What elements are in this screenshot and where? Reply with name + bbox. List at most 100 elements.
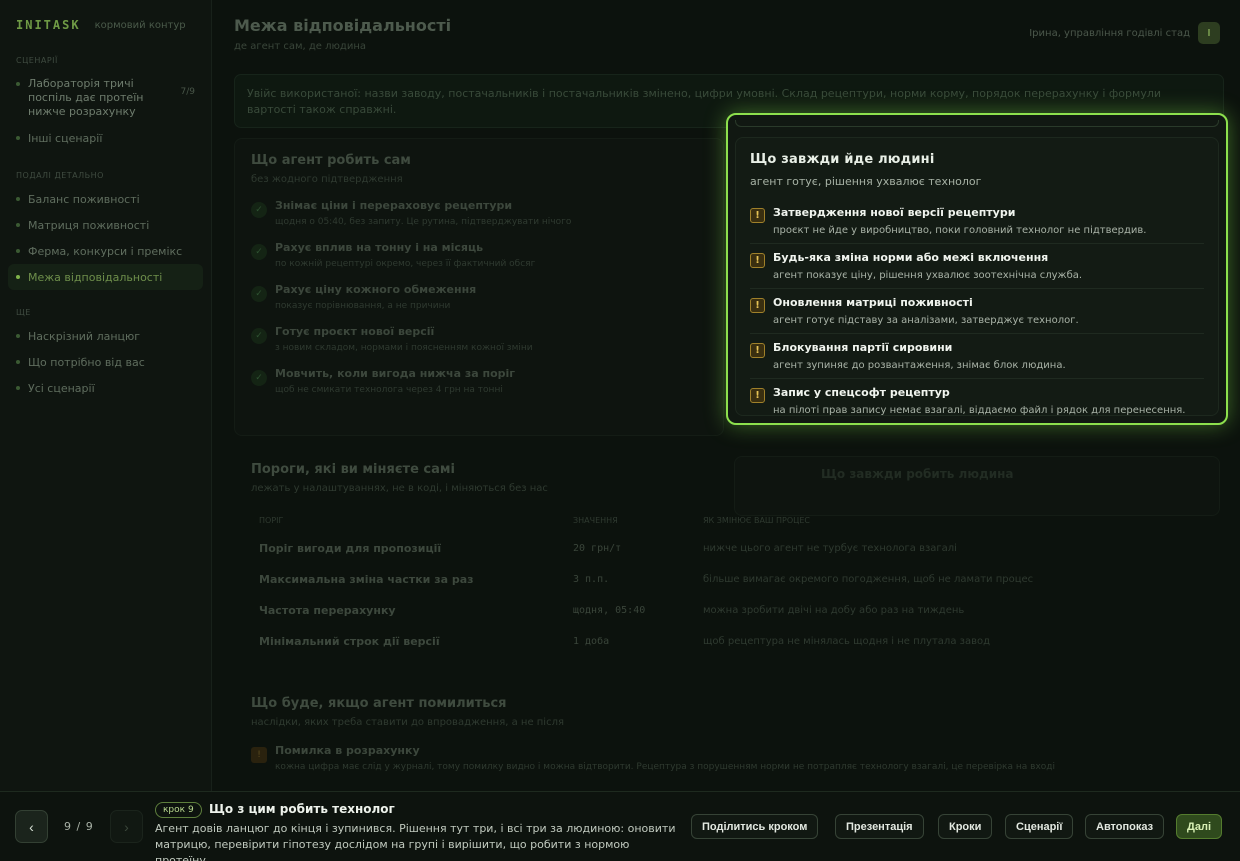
sidebar-item-label: Межа відповідальності [28, 270, 163, 284]
avatar[interactable]: І [1198, 22, 1220, 44]
user-menu[interactable]: Ірина, управління годівлі стад І [1029, 22, 1220, 44]
agent-step: ✓ Знімає ціни і перераховує рецептури щодн… [251, 199, 707, 227]
list-item: ! Блокування партії сировини агент зупиняє… [750, 334, 1204, 379]
table-row: Максимальна зміна частки за раз 3 п.п. біл… [259, 564, 1207, 595]
agent-step-desc: щодня о 05:40, без запиту. Це рутина, пі… [275, 217, 572, 227]
detail-heading: ПОДАЛІ ДЕТАЛЬНО [16, 171, 104, 180]
error-item: ! Помилка в розрахунку кожна цифра має сл… [251, 744, 1207, 772]
errors-subtitle: наслідки, яких треба ставити до впровадж… [251, 717, 564, 728]
step-title: Що з цим робить технолог [209, 802, 395, 816]
bullet-icon [16, 386, 20, 390]
table-row: Мінімальний строк дії версії 1 доба щоб ре… [259, 626, 1207, 657]
threshold-value[interactable]: щодня, 05:40 [573, 605, 703, 616]
warning-icon: ! [251, 747, 267, 763]
warning-icon: ! [750, 388, 765, 403]
bullet-icon [16, 275, 20, 279]
agent-step: ✓ Готує проєкт нової версії з новим складо… [251, 325, 707, 353]
bullet-icon [16, 82, 20, 86]
sidebar: INITASK кормовий контур СЦЕНАРІЇ Лаборат… [0, 0, 212, 791]
sidebar-item-other-scenarios[interactable]: Інші сценарії [8, 125, 203, 151]
agent-step-title: Мовчить, коли вигода нижча за поріг [275, 367, 516, 380]
scenarios-button[interactable]: Сценарії [1005, 814, 1074, 839]
column-header: ЗНАЧЕННЯ [573, 516, 618, 525]
table-row: Частота перерахунку щодня, 05:40 можна зро… [259, 595, 1207, 626]
brand: INITASK кормовий контур [8, 16, 203, 34]
tour-bar: ‹ 9 / 9 › крок 9 Що з цим робить техноло… [0, 791, 1240, 861]
sidebar-item-label: Ферма, конкурси і премікс [28, 244, 183, 258]
bullet-icon [16, 360, 20, 364]
sidebar-item-balance[interactable]: Баланс поживності [8, 186, 203, 212]
decision-title: Затвердження нової версії рецептури [773, 206, 1016, 219]
sidebar-item-label: Усі сценарії [28, 381, 95, 395]
decision-desc: на пілоті прав запису немає взагалі, від… [773, 405, 1186, 416]
human-decisions-title: Що завжди йде людині [750, 152, 935, 167]
sidebar-item-responsibility[interactable]: Межа відповідальності [8, 264, 203, 290]
sidebar-item-label: Інші сценарії [28, 131, 103, 145]
check-icon: ✓ [251, 328, 267, 344]
next-button[interactable]: Далі [1176, 814, 1222, 839]
bullet-icon [16, 136, 20, 140]
threshold-effect: більше вимагає окремого погодження, щоб … [703, 574, 1034, 585]
list-item: ! Оновлення матриці поживності агент готує… [750, 289, 1204, 334]
threshold-value[interactable]: 1 доба [573, 636, 703, 647]
warning-icon: ! [750, 343, 765, 358]
thresholds-card: Пороги, які ви міняєте самі лежать у нал… [234, 448, 1224, 668]
sidebar-scenario-current[interactable]: Лабораторія тричі поспіль дає протеїн ни… [8, 65, 203, 119]
share-step-button[interactable]: Поділитись кроком [691, 814, 819, 839]
sidebar-item-label: Матриця поживності [28, 218, 150, 232]
autoplay-button[interactable]: Автопоказ [1085, 814, 1165, 839]
decision-title: Блокування партії сировини [773, 341, 953, 354]
agent-step: ✓ Рахує ціну кожного обмеження показує пор… [251, 283, 707, 311]
decision-desc: агент зупиняє до розвантаження, знімає б… [773, 360, 1066, 371]
threshold-name: Максимальна зміна частки за раз [259, 573, 474, 586]
bullet-icon [16, 223, 20, 227]
agent-step-desc: щоб не смикати технолога через 4 грн на … [275, 385, 503, 395]
agent-card: Що агент робить сам без жодного підтверд… [234, 138, 724, 436]
more-heading: ЩЕ [16, 308, 31, 317]
threshold-value[interactable]: 3 п.п. [573, 574, 703, 585]
human-decisions-card: Що завжди йде людині агент готує, рішенн… [735, 137, 1219, 416]
decision-title: Запис у спецсофт рецептур [773, 386, 950, 399]
decision-desc: проєкт не йде у виробництво, поки головн… [773, 225, 1147, 236]
error-item-desc: кожна цифра має слід у журналі, тому пом… [275, 762, 1055, 772]
thresholds-subtitle: лежать у налаштуваннях, не в коді, і мін… [251, 483, 548, 494]
brand-subtitle: кормовий контур [94, 19, 186, 31]
warning-icon: ! [750, 253, 765, 268]
brand-logo[interactable]: INITASK [16, 18, 81, 32]
sidebar-item-label: Що потрібно від вас [28, 355, 145, 369]
sidebar-item-label: Баланс поживності [28, 192, 140, 206]
threshold-effect: нижче цього агент не турбує технолога вз… [703, 543, 957, 554]
sidebar-item-chain[interactable]: Наскрізний ланцюг [8, 323, 203, 349]
bullet-icon [16, 197, 20, 201]
agent-step-title: Готує проєкт нової версії [275, 325, 435, 338]
column-header: ПОРІГ [259, 516, 284, 525]
step-badge: крок 9 [155, 802, 202, 818]
prev-step-button[interactable]: ‹ [15, 810, 48, 843]
sidebar-item-requirements[interactable]: Що потрібно від вас [8, 349, 203, 375]
threshold-name: Частота перерахунку [259, 604, 396, 617]
page-header: Межа відповідальності де агент сам, де л… [212, 0, 1240, 70]
agent-card-subtitle: без жодного підтвердження [251, 174, 403, 185]
agent-step: ✓ Мовчить, коли вигода нижча за поріг щоб … [251, 367, 707, 395]
scenario-label: Лабораторія тричі поспіль дає протеїн ни… [28, 77, 144, 118]
errors-title: Що буде, якщо агент помилиться [251, 696, 507, 711]
sidebar-item-matrix[interactable]: Матриця поживності [8, 212, 203, 238]
check-icon: ✓ [251, 286, 267, 302]
steps-button[interactable]: Кроки [938, 814, 993, 839]
threshold-name: Мінімальний строк дії версії [259, 635, 440, 648]
agent-step-desc: з новим складом, нормами і поясненням ко… [275, 343, 533, 353]
sidebar-item-farm[interactable]: Ферма, конкурси і премікс [8, 238, 203, 264]
user-name: Ірина, управління годівлі стад [1029, 27, 1190, 39]
sidebar-item-all-scenarios[interactable]: Усі сценарії [8, 375, 203, 401]
next-step-arrow-button[interactable]: › [110, 810, 143, 843]
sidebar-item-label: Наскрізний ланцюг [28, 329, 141, 343]
threshold-effect: можна зробити двічі на добу або раз на т… [703, 605, 965, 616]
threshold-value[interactable]: 20 грн/т [573, 543, 703, 554]
thresholds-table-header: ПОРІГ ЗНАЧЕННЯ ЯК ЗМІНЮЄ ВАШ ПРОЦЕС [259, 516, 1207, 525]
check-icon: ✓ [251, 370, 267, 386]
bullet-icon [16, 334, 20, 338]
presentation-button[interactable]: Презентація [835, 814, 924, 839]
list-item: ! Будь-яка зміна норми або межі включення… [750, 244, 1204, 289]
error-item-title: Помилка в розрахунку [275, 744, 420, 757]
agent-step-desc: показує порівнювання, а не причини [275, 301, 451, 311]
